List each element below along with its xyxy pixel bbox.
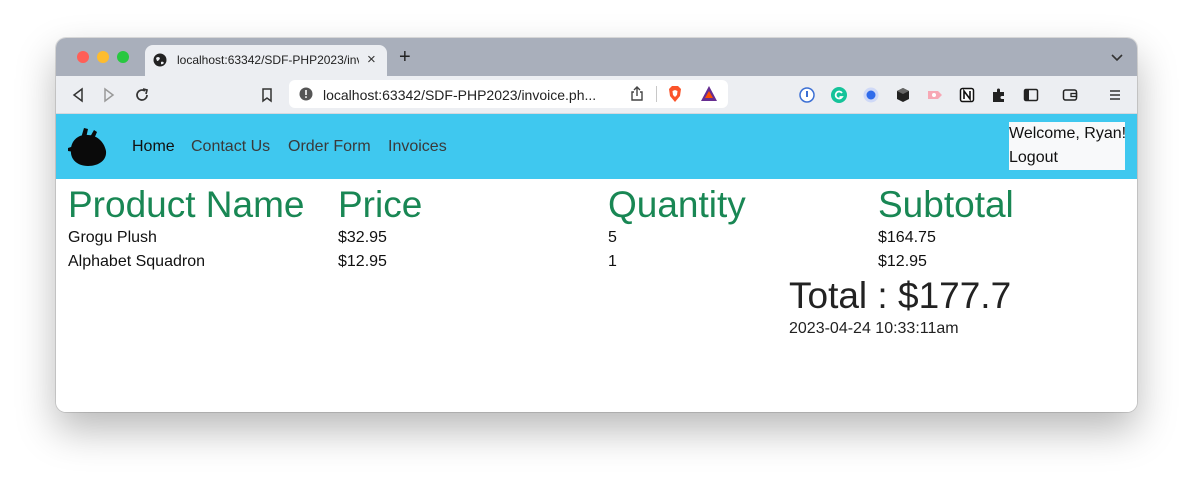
globe-icon bbox=[153, 53, 167, 67]
close-window-button[interactable] bbox=[77, 51, 89, 63]
web-page: Home Contact Us Order Form Invoices Welc… bbox=[56, 114, 1137, 412]
user-box: Welcome, Ryan! Logout bbox=[1009, 122, 1127, 170]
extensions-puzzle-icon[interactable] bbox=[991, 87, 1007, 103]
back-icon[interactable] bbox=[70, 87, 86, 103]
tab-title: localhost:63342/SDF-PHP2023/invoice.php bbox=[177, 53, 359, 67]
wallet-icon[interactable] bbox=[1062, 87, 1078, 103]
address-bar[interactable]: localhost:63342/SDF-PHP2023/invoice.ph..… bbox=[289, 80, 728, 108]
reload-icon[interactable] bbox=[134, 87, 150, 103]
header-price: Price bbox=[338, 184, 423, 225]
site-navbar: Home Contact Us Order Form Invoices Welc… bbox=[56, 114, 1137, 179]
row-1-price: $32.95 bbox=[338, 229, 387, 246]
url-text[interactable]: localhost:63342/SDF-PHP2023/invoice.ph..… bbox=[323, 87, 596, 103]
browser-toolbar: localhost:63342/SDF-PHP2023/invoice.ph..… bbox=[56, 76, 1137, 114]
divider bbox=[656, 86, 657, 102]
row-1-subtotal: $164.75 bbox=[878, 229, 936, 246]
cube-icon[interactable] bbox=[895, 87, 911, 103]
chevron-down-icon[interactable] bbox=[1111, 51, 1123, 63]
tab-strip: localhost:63342/SDF-PHP2023/invoice.php … bbox=[56, 38, 1137, 76]
browser-window: localhost:63342/SDF-PHP2023/invoice.php … bbox=[56, 38, 1137, 412]
bookmark-icon[interactable] bbox=[259, 87, 275, 103]
menu-icon[interactable] bbox=[1107, 87, 1123, 103]
row-2-quantity: 1 bbox=[608, 253, 617, 270]
grammarly-icon[interactable] bbox=[831, 87, 847, 103]
record-icon[interactable] bbox=[927, 87, 943, 103]
nav-order-form-link[interactable]: Order Form bbox=[288, 138, 371, 156]
invoice-total: Total : $177.7 bbox=[789, 275, 1012, 316]
tab-close-button[interactable]: × bbox=[367, 51, 376, 68]
row-2-price: $12.95 bbox=[338, 253, 387, 270]
row-1-quantity: 5 bbox=[608, 229, 617, 246]
forward-icon[interactable] bbox=[101, 87, 117, 103]
row-1-product: Grogu Plush bbox=[68, 229, 157, 246]
extension-blue-icon[interactable] bbox=[863, 87, 879, 103]
millennium-falcon-logo[interactable] bbox=[66, 126, 110, 168]
invoice-date: 2023-04-24 10:33:11am bbox=[789, 320, 959, 337]
notion-icon[interactable] bbox=[959, 87, 975, 103]
brave-shields-icon[interactable] bbox=[666, 85, 684, 103]
header-quantity: Quantity bbox=[608, 184, 746, 225]
sidebar-icon[interactable] bbox=[1023, 87, 1039, 103]
browser-tab[interactable]: localhost:63342/SDF-PHP2023/invoice.php … bbox=[145, 45, 387, 76]
minimize-window-button[interactable] bbox=[97, 51, 109, 63]
maximize-window-button[interactable] bbox=[117, 51, 129, 63]
welcome-text: Welcome, Ryan! bbox=[1009, 125, 1127, 142]
nav-invoices-link[interactable]: Invoices bbox=[388, 138, 447, 156]
password-manager-icon[interactable] bbox=[799, 87, 815, 103]
info-icon[interactable] bbox=[299, 87, 313, 101]
share-icon[interactable] bbox=[629, 86, 645, 102]
new-tab-button[interactable]: + bbox=[399, 47, 411, 67]
row-2-product: Alphabet Squadron bbox=[68, 253, 205, 270]
brave-rewards-icon[interactable] bbox=[700, 85, 718, 103]
row-2-subtotal: $12.95 bbox=[878, 253, 927, 270]
header-product-name: Product Name bbox=[68, 184, 305, 225]
logout-link[interactable]: Logout bbox=[1009, 146, 1125, 170]
header-subtotal: Subtotal bbox=[878, 184, 1014, 225]
nav-home-link[interactable]: Home bbox=[132, 138, 175, 156]
nav-contact-link[interactable]: Contact Us bbox=[191, 138, 270, 156]
